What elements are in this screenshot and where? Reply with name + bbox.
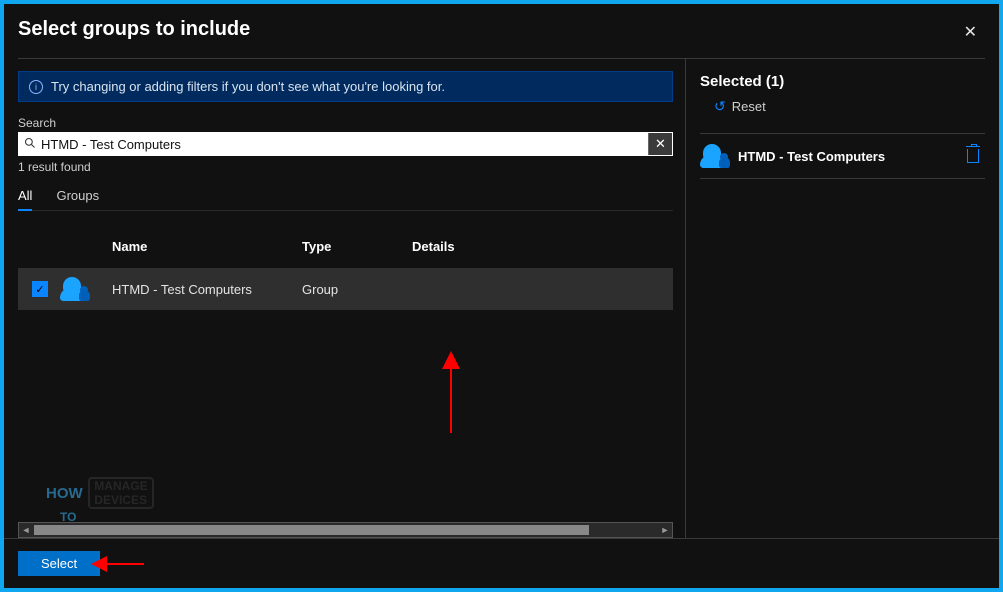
tabs: All Groups [18, 188, 673, 211]
selected-item-name: HTMD - Test Computers [738, 149, 957, 164]
result-count: 1 result found [18, 160, 673, 174]
reset-icon: ↺ [714, 98, 726, 115]
content-area: i Try changing or adding filters if you … [4, 59, 999, 538]
search-icon [19, 137, 41, 152]
selected-item[interactable]: HTMD - Test Computers [700, 133, 985, 179]
col-type[interactable]: Type [302, 239, 412, 262]
title-bar: Select groups to include ✕ [4, 4, 999, 50]
row-type: Group [302, 282, 412, 297]
reset-button[interactable]: ↺ Reset [700, 98, 985, 115]
footer: Select [4, 538, 999, 588]
info-message: Try changing or adding filters if you do… [51, 79, 445, 94]
reset-label: Reset [732, 99, 766, 114]
horizontal-scrollbar[interactable]: ◄ ► [18, 522, 673, 538]
scroll-left-icon[interactable]: ◄ [19, 525, 33, 535]
annotation-arrow-left [104, 563, 144, 565]
group-icon [60, 277, 88, 301]
close-icon[interactable]: ✕ [960, 22, 981, 42]
info-bar: i Try changing or adding filters if you … [18, 71, 673, 102]
selected-title: Selected (1) [700, 73, 985, 90]
select-button[interactable]: Select [18, 551, 100, 576]
scroll-thumb[interactable] [34, 525, 589, 535]
tab-groups[interactable]: Groups [56, 188, 99, 210]
tab-all[interactable]: All [18, 188, 32, 211]
scroll-right-icon[interactable]: ► [658, 525, 672, 535]
results-header: Name Type Details [18, 239, 673, 262]
clear-search-button[interactable]: ✕ [648, 133, 672, 155]
col-name[interactable]: Name [112, 239, 302, 262]
left-panel: i Try changing or adding filters if you … [18, 59, 673, 538]
info-icon: i [29, 80, 43, 94]
dialog-title: Select groups to include [18, 18, 960, 41]
search-label: Search [18, 116, 673, 130]
row-checkbox[interactable]: ✓ [32, 281, 48, 297]
row-name: HTMD - Test Computers [112, 282, 302, 297]
right-panel: Selected (1) ↺ Reset HTMD - Test Compute… [685, 59, 985, 538]
table-row[interactable]: ✓ HTMD - Test Computers Group [18, 268, 673, 310]
col-details[interactable]: Details [412, 239, 673, 262]
watermark: HOW MANAGE DEVICES TO [46, 477, 154, 524]
delete-icon[interactable] [967, 149, 979, 163]
group-icon [700, 144, 728, 168]
dialog-window: Select groups to include ✕ i Try changin… [4, 4, 999, 588]
search-box: ✕ [18, 132, 673, 156]
search-input[interactable] [41, 133, 648, 155]
annotation-arrow-up [450, 365, 452, 433]
